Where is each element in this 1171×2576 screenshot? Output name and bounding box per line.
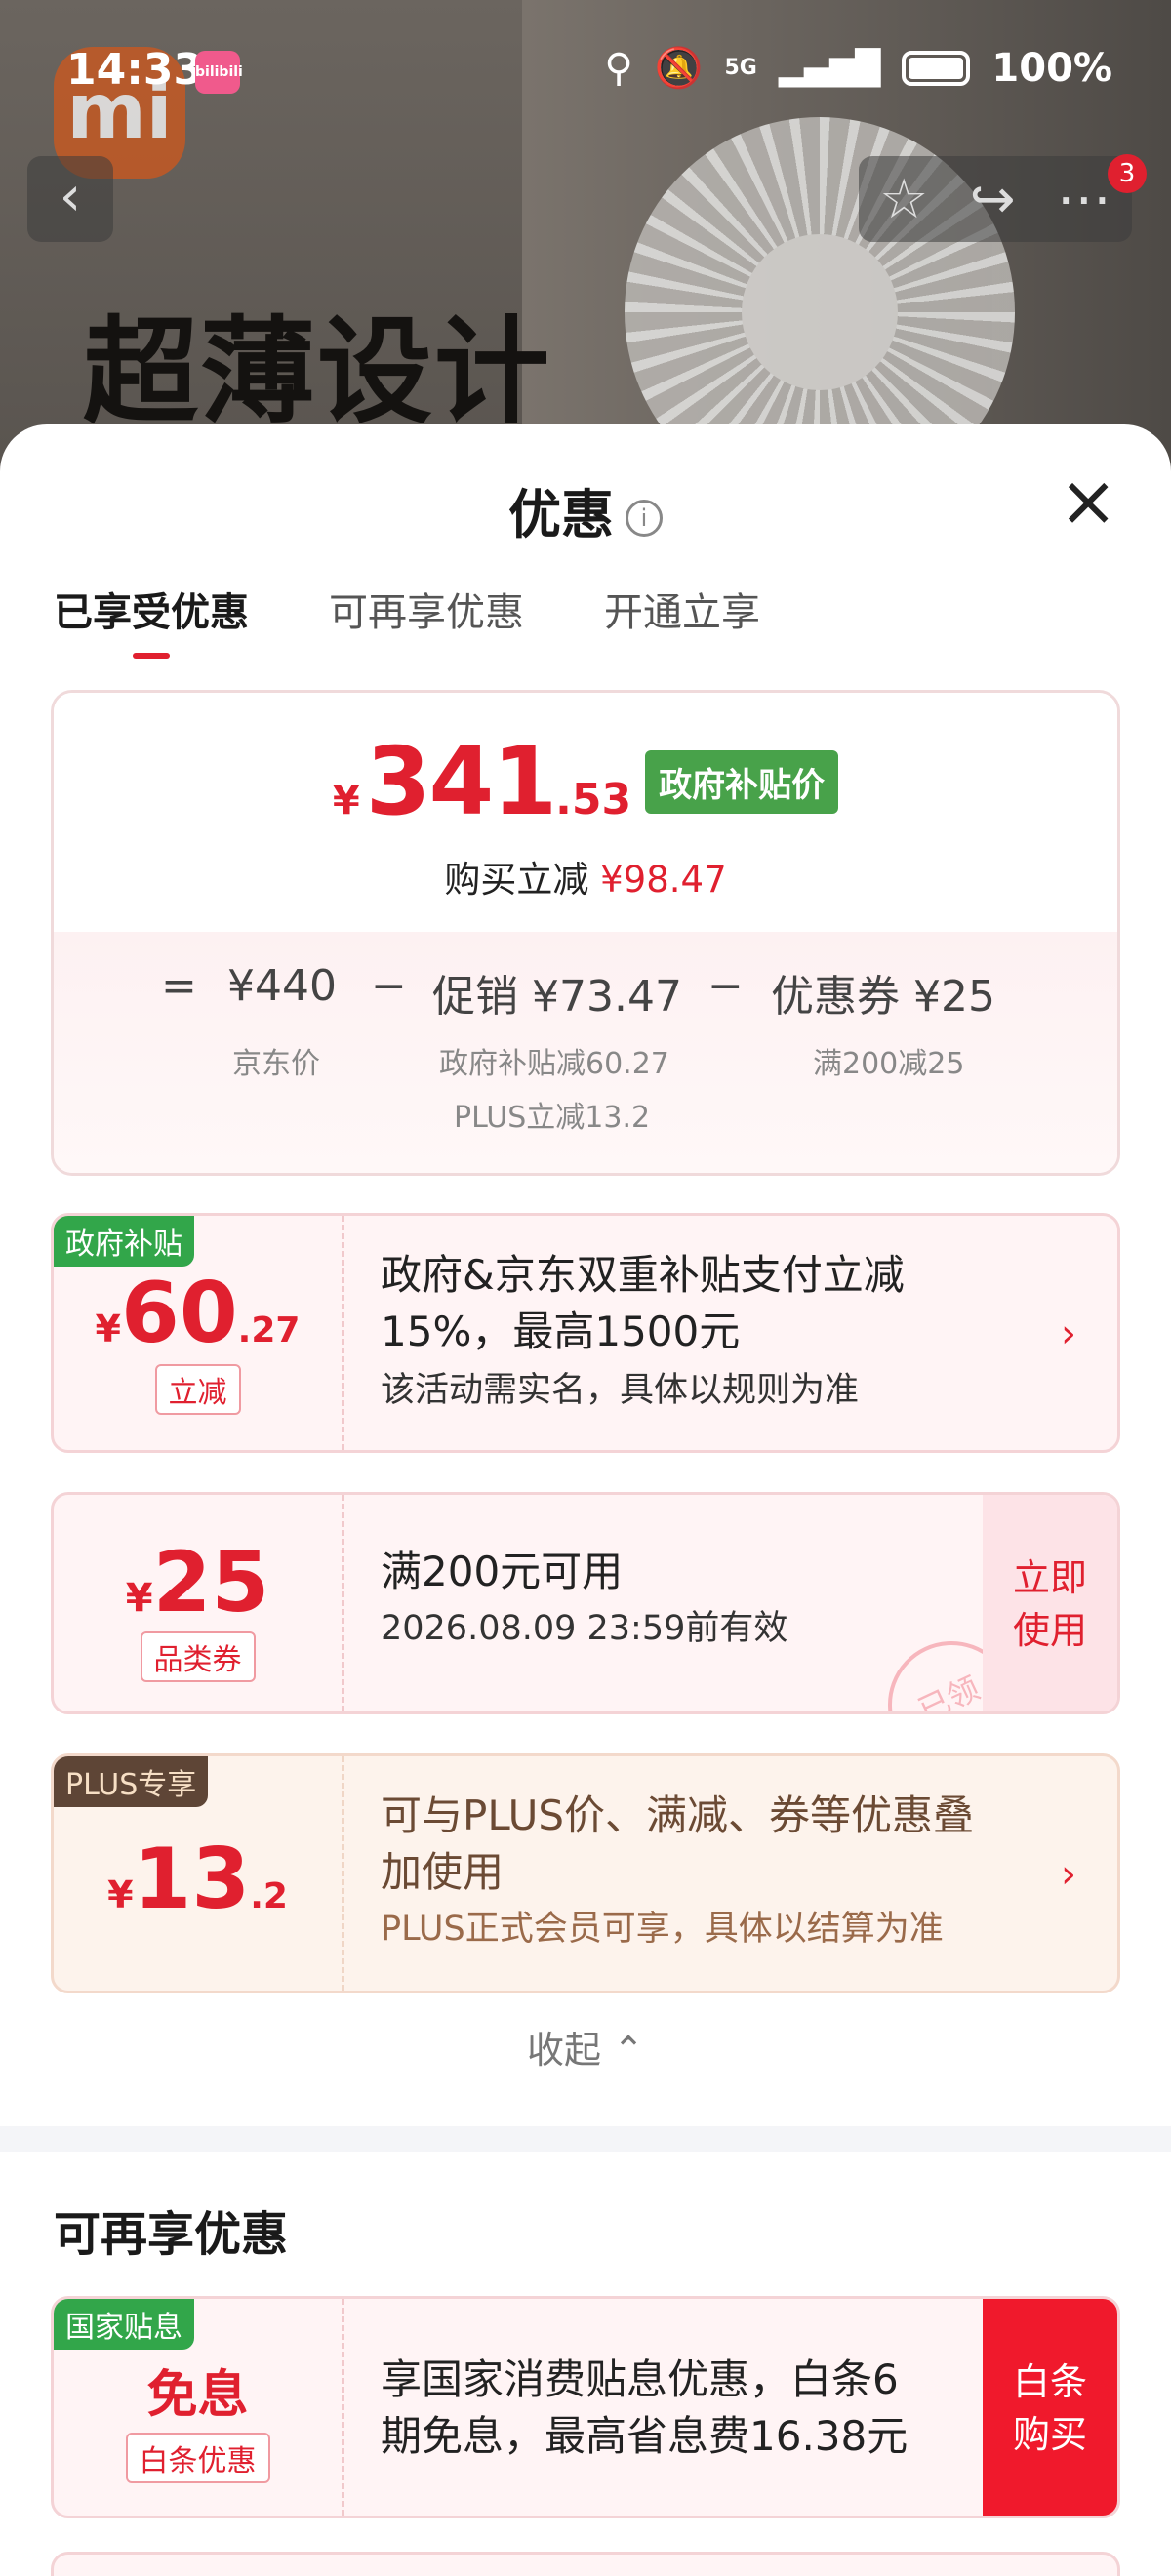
final-price: ¥ 341 .53 政府补贴价 xyxy=(54,727,1117,836)
price-breakdown: = ¥440 − 促销 ¥73.47 − 优惠券 ¥25 京东价 政府补贴减60… xyxy=(54,932,1117,1173)
interest-free-coupon: 国家贴息 免息 白条优惠 享国家消费贴息优惠，白条6 期免息，最高省息费16.3… xyxy=(51,2296,1120,2518)
hero-headline: 超薄设计 xyxy=(83,304,552,439)
equals-sign: = xyxy=(161,961,197,1011)
category-coupon: ¥25 品类券 满200元可用 2026.08.09 23:59前有效 已领 立… xyxy=(51,1492,1120,1714)
next-coupon-partial xyxy=(51,2552,1120,2576)
gov-subsidy-price-tag: 政府补贴价 xyxy=(645,750,839,814)
coupon-title: 政府&京东双重补贴支付立减 xyxy=(381,1251,905,1299)
more-offers-title: 可再享优惠 xyxy=(54,2207,289,2262)
instant-discount: 购买立减 ¥98.47 xyxy=(444,859,727,901)
coupon-title: 可与PLUS价、满减、券等优惠叠 xyxy=(381,1791,975,1839)
coupon-title-2: 15%，最高1500元 xyxy=(381,1308,741,1355)
section-divider xyxy=(0,2126,1171,2152)
coupon-tag: 政府补贴 xyxy=(54,1216,194,1267)
mute-icon: 🔕 xyxy=(654,46,704,91)
tab-bar: 已享受优惠 可再享优惠 开通立享 xyxy=(54,581,760,659)
nav-actions: ☆ ↪ ⋯ xyxy=(859,156,1132,242)
coupon-type: 白条优惠 xyxy=(125,2433,270,2483)
notification-badge: 3 xyxy=(1108,154,1147,193)
coupon-value: ¥25 xyxy=(125,1534,270,1631)
bilibili-icon: bilibili xyxy=(195,51,243,94)
price-summary-card: ¥ 341 .53 政府补贴价 购买立减 ¥98.47 = ¥440 − 促销 … xyxy=(51,690,1120,1176)
coupon-tag: PLUS专享 xyxy=(54,1756,209,1807)
tab-enjoyed[interactable]: 已享受优惠 xyxy=(54,581,249,659)
coupon-value: ¥13.2 xyxy=(107,1831,288,1928)
status-time: 14:33 xyxy=(66,45,204,95)
status-bar: 14:33 bilibili ⚲ 🔕 5G ▂▄▆█ 100% xyxy=(0,39,1171,107)
sheet-title: 优惠 i xyxy=(0,471,1171,548)
baitiao-buy-button[interactable]: 白条 购买 xyxy=(983,2299,1117,2516)
chevron-right-icon: › xyxy=(1061,1852,1076,1897)
coupon-note: 该活动需实名，具体以规则为准 xyxy=(381,1371,860,1410)
minus-sign: − xyxy=(707,961,744,1011)
share-icon[interactable]: ↪ xyxy=(970,168,1016,231)
promo-amount: 促销 ¥73.47 xyxy=(432,972,682,1022)
plus-coupon[interactable]: PLUS专享 ¥13.2 可与PLUS价、满减、券等优惠叠 加使用 PLUS正式… xyxy=(51,1753,1120,1993)
discount-sheet: 优惠 i × 已享受优惠 可再享优惠 开通立享 ¥ 341 .53 政府补贴价 购… xyxy=(0,424,1171,2576)
network-label: 5G xyxy=(724,56,757,80)
tab-more-available[interactable]: 可再享优惠 xyxy=(329,581,524,659)
favorite-icon[interactable]: ☆ xyxy=(879,168,928,231)
minus-sign: − xyxy=(371,961,407,1011)
coupon-detail: 满200减25 xyxy=(813,1047,965,1081)
coupon-type: 品类券 xyxy=(140,1631,256,1682)
info-icon[interactable]: i xyxy=(626,500,663,538)
coupon-note: PLUS正式会员可享，具体以结算为准 xyxy=(381,1910,944,1949)
signal-icon: ▂▄▆█ xyxy=(778,48,881,88)
jd-price-label: 京东价 xyxy=(232,1047,320,1081)
coupon-title-2: 加使用 xyxy=(381,1848,505,1896)
coupon-headline: 免息 xyxy=(146,2366,249,2425)
promo-detail: PLUS立减13.2 xyxy=(454,1101,651,1135)
location-icon: ⚲ xyxy=(604,45,633,91)
jd-price: ¥440 xyxy=(227,961,337,1011)
back-button[interactable]: ‹ xyxy=(27,156,113,242)
coupon-value: ¥60.27 xyxy=(95,1265,301,1362)
more-icon[interactable]: ⋯ xyxy=(1057,168,1111,231)
tab-open-membership[interactable]: 开通立享 xyxy=(604,581,760,659)
battery-icon xyxy=(902,50,971,86)
use-now-button[interactable]: 立即 使用 xyxy=(983,1495,1117,1711)
chevron-up-icon: ⌃ xyxy=(613,2029,644,2072)
coupon-type: 立减 xyxy=(154,1364,241,1415)
coupon-amount: 优惠券 ¥25 xyxy=(771,972,995,1022)
battery-level: 100% xyxy=(991,45,1112,91)
gov-subsidy-coupon[interactable]: 政府补贴 ¥60.27 立减 政府&京东双重补贴支付立减 15%，最高1500元… xyxy=(51,1213,1120,1453)
chevron-right-icon: › xyxy=(1061,1311,1076,1356)
collapse-button[interactable]: 收起 ⌃ xyxy=(0,2020,1171,2073)
close-button[interactable]: × xyxy=(1059,465,1117,536)
coupon-tag: 国家贴息 xyxy=(54,2299,194,2350)
promo-detail: 政府补贴减60.27 xyxy=(439,1047,669,1081)
